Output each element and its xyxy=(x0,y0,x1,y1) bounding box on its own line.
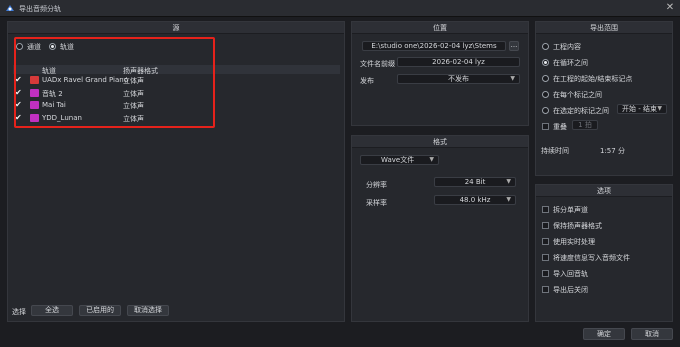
option-checkbox[interactable] xyxy=(542,238,549,245)
export-range-header: 导出范围 xyxy=(536,22,672,34)
range-each-marker-radio[interactable] xyxy=(542,91,549,98)
resolution-label: 分辨率 xyxy=(366,181,387,189)
select-all-button[interactable]: 全选 xyxy=(31,305,73,316)
filename-input[interactable]: 2026-02-04 lyz xyxy=(397,57,520,67)
range-song-radio[interactable] xyxy=(542,43,549,50)
export-path-field[interactable]: E:\studio one\2026-02-04 lyz\Stems xyxy=(362,41,506,51)
range-loop-label: 在循环之间 xyxy=(553,59,588,67)
option-checkbox[interactable] xyxy=(542,222,549,229)
filename-label: 文件名前缀 xyxy=(360,60,395,68)
option-label: 使用实时处理 xyxy=(553,238,595,246)
window-title: 导出音频分轨 xyxy=(19,5,61,13)
close-icon[interactable]: ✕ xyxy=(664,2,676,14)
range-selected-markers-label: 在选定的标记之间 xyxy=(553,107,609,115)
cancel-button[interactable]: 取消 xyxy=(631,328,673,340)
range-song-label: 工程内容 xyxy=(553,43,581,51)
duration-label: 持续时间 xyxy=(541,147,569,155)
range-loop-radio[interactable] xyxy=(542,59,549,66)
browse-button[interactable]: ... xyxy=(509,41,519,51)
range-start-end-radio[interactable] xyxy=(542,75,549,82)
option-label: 拆分单声道 xyxy=(553,206,588,214)
resolution-select[interactable]: 24 Bit ▼ xyxy=(434,177,516,187)
repeat-input[interactable]: 1 拍 xyxy=(572,120,598,130)
app-logo-icon xyxy=(6,5,14,11)
publish-label: 发布 xyxy=(360,77,374,85)
repeat-label: 重叠 xyxy=(553,123,567,131)
option-checkbox[interactable] xyxy=(542,286,549,293)
options-header: 选项 xyxy=(536,185,672,197)
range-selected-markers-radio[interactable] xyxy=(542,107,549,114)
samplerate-label: 采样率 xyxy=(366,199,387,207)
repeat-checkbox[interactable] xyxy=(542,123,549,130)
chevron-down-icon: ▼ xyxy=(429,156,434,163)
select-label: 选择 xyxy=(12,308,26,316)
marker-range-select[interactable]: 开始 - 结束 ▼ xyxy=(617,104,667,114)
select-enabled-button[interactable]: 已启用的 xyxy=(79,305,121,316)
option-checkbox[interactable] xyxy=(542,254,549,261)
samplerate-value: 48.0 kHz xyxy=(459,196,491,204)
resolution-value: 24 Bit xyxy=(464,178,486,186)
range-each-marker-label: 在每个标记之间 xyxy=(553,91,602,99)
format-type-select[interactable]: Wave文件 ▼ xyxy=(360,155,439,165)
option-label: 将速度信息写入音频文件 xyxy=(553,254,630,262)
samplerate-select[interactable]: 48.0 kHz ▼ xyxy=(434,195,516,205)
publish-select[interactable]: 不发布 ▼ xyxy=(397,74,520,84)
chevron-down-icon: ▼ xyxy=(657,105,662,112)
duration-value: 1:57 分 xyxy=(600,147,625,155)
source-header: 源 xyxy=(8,22,344,34)
highlight-box xyxy=(14,37,215,128)
option-checkbox[interactable] xyxy=(542,270,549,277)
option-label: 导入回音轨 xyxy=(553,270,588,278)
option-checkbox[interactable] xyxy=(542,206,549,213)
marker-range-value: 开始 - 结束 xyxy=(622,105,657,113)
chevron-down-icon: ▼ xyxy=(510,75,515,82)
publish-value: 不发布 xyxy=(448,75,469,83)
title-bar xyxy=(0,0,680,17)
format-type-value: Wave文件 xyxy=(381,156,415,164)
location-header: 位置 xyxy=(352,22,528,34)
range-start-end-label: 在工程的起始/结束标记点 xyxy=(553,75,633,83)
ok-button[interactable]: 确定 xyxy=(583,328,625,340)
deselect-button[interactable]: 取消选择 xyxy=(127,305,169,316)
format-header: 格式 xyxy=(352,136,528,148)
option-label: 导出后关闭 xyxy=(553,286,588,294)
option-label: 保持扬声器格式 xyxy=(553,222,602,230)
chevron-down-icon: ▼ xyxy=(506,178,511,185)
chevron-down-icon: ▼ xyxy=(506,196,511,203)
